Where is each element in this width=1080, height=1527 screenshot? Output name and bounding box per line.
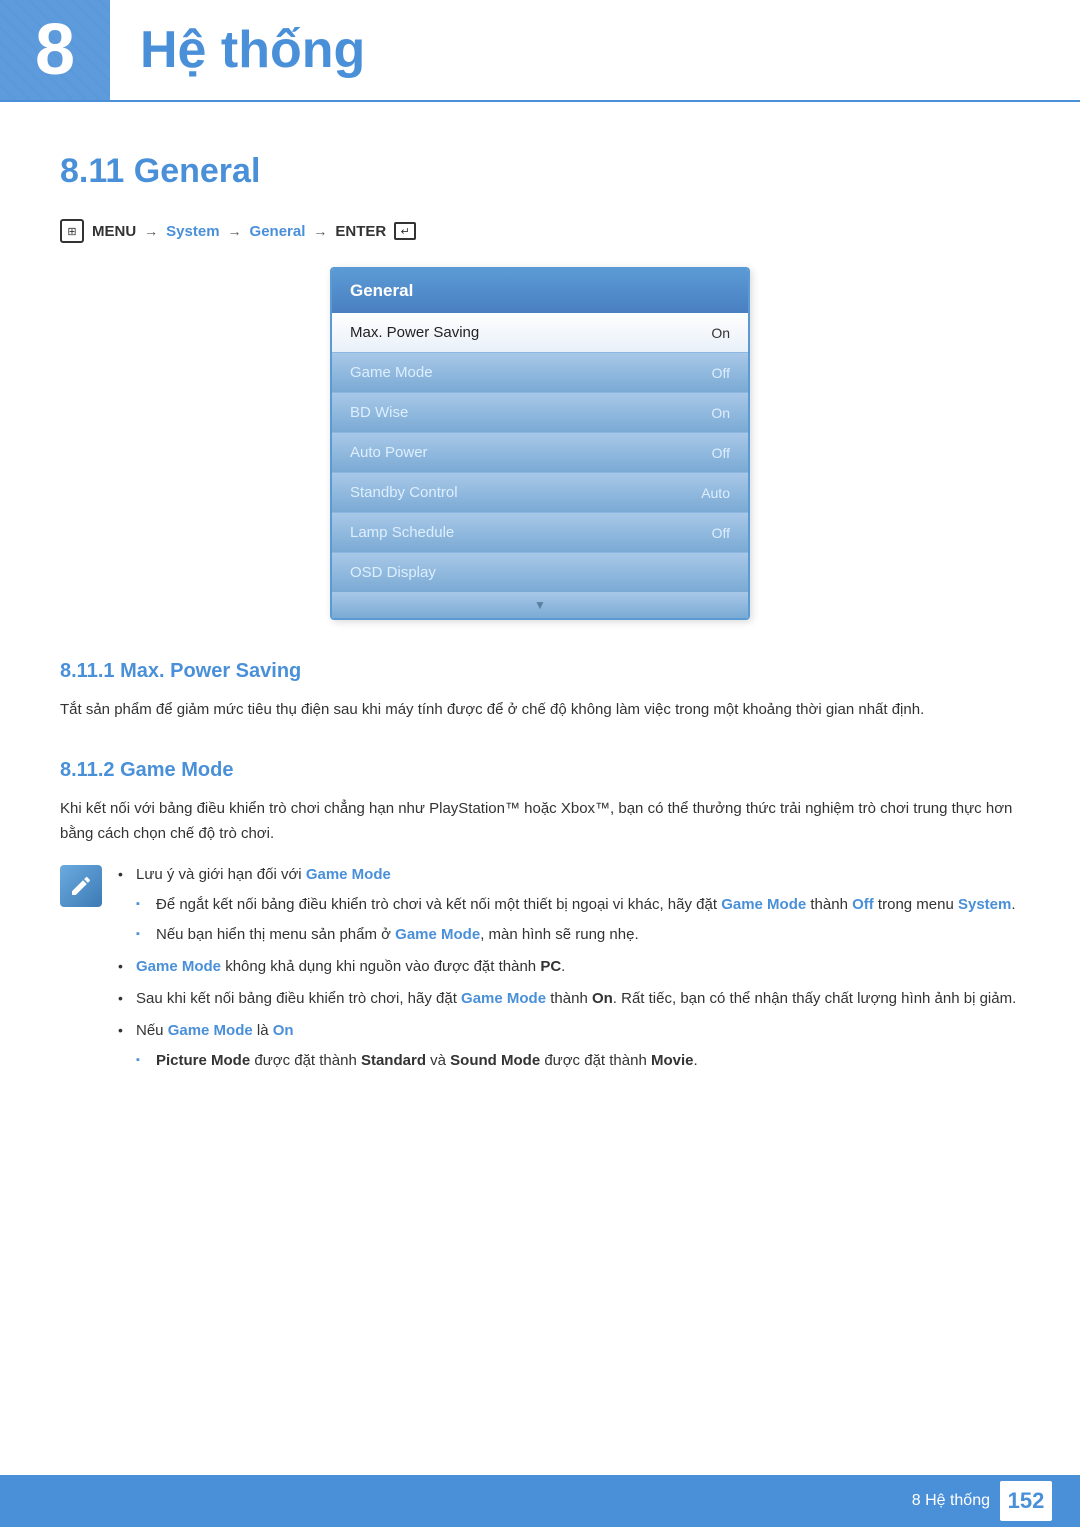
chapter-title: Hệ thống	[140, 20, 365, 80]
menu-label: MENU	[92, 223, 136, 240]
menu-item-label: Game Mode	[350, 364, 433, 381]
breadcrumb: ⊞ MENU → System → General → ENTER ↵	[60, 219, 1020, 243]
list-item: Sau khi kết nối bảng điều khiển trò chơi…	[118, 987, 1020, 1011]
menu-icon: ⊞	[60, 219, 84, 243]
menu-item[interactable]: OSD Display	[332, 553, 748, 592]
menu-item-value: Off	[712, 445, 730, 461]
nav-arrow-3: →	[313, 223, 327, 239]
menu-item-label: Max. Power Saving	[350, 324, 479, 341]
menu-item[interactable]: Standby Control Auto	[332, 473, 748, 513]
subsection-2-body: Khi kết nối với bảng điều khiển trò chơi…	[60, 796, 1020, 847]
pencil-icon	[69, 874, 93, 898]
note-icon	[60, 865, 102, 907]
note-content: Lưu ý và giới hạn đối với Game ModeĐể ng…	[118, 863, 1020, 1081]
menu-item-value: Off	[712, 365, 730, 381]
nav-general: General	[250, 223, 306, 240]
nav-enter-label: ENTER	[335, 223, 386, 240]
menu-items-container: Max. Power Saving On Game Mode Off BD Wise On…	[332, 313, 748, 592]
menu-item-label: BD Wise	[350, 404, 408, 421]
list-item: Lưu ý và giới hạn đối với Game ModeĐể ng…	[118, 863, 1020, 947]
list-item: Picture Mode được đặt thành Standard và …	[136, 1049, 1020, 1073]
menu-item[interactable]: Lamp Schedule Off	[332, 513, 748, 553]
subsection-2-number: 8.11.2	[60, 759, 115, 781]
menu-item-value: On	[711, 405, 730, 421]
note-box: Lưu ý và giới hạn đối với Game ModeĐể ng…	[60, 863, 1020, 1081]
menu-item-label: OSD Display	[350, 564, 436, 581]
chapter-number: 8	[35, 9, 75, 91]
nav-system: System	[166, 223, 219, 240]
enter-icon: ↵	[394, 222, 416, 240]
list-item: Để ngắt kết nối bảng điều khiển trò chơi…	[136, 893, 1020, 917]
menu-item[interactable]: Max. Power Saving On	[332, 313, 748, 353]
footer: 8 Hệ thống 152	[0, 1475, 1080, 1527]
subsection-1-title: Max. Power Saving	[120, 660, 301, 682]
subsection-title-1: 8.11.1 Max. Power Saving	[60, 660, 1020, 683]
menu-item[interactable]: Auto Power Off	[332, 433, 748, 473]
nav-arrow-2: →	[228, 223, 242, 239]
footer-page-number: 152	[1000, 1481, 1052, 1521]
menu-ui-box: General Max. Power Saving On Game Mode Off B…	[330, 267, 750, 620]
section-title: 8.11 General	[60, 152, 1020, 191]
notes-list: Lưu ý và giới hạn đối với Game ModeĐể ng…	[118, 863, 1020, 1073]
header-section: 8 Hệ thống	[0, 0, 1080, 102]
list-item: Nếu bạn hiển thị menu sản phẩm ở Game Mo…	[136, 923, 1020, 947]
menu-item-value: On	[711, 325, 730, 341]
list-item: Nếu Game Mode là OnPicture Mode được đặt…	[118, 1019, 1020, 1073]
menu-header: General	[332, 269, 748, 313]
subsection-1-body: Tắt sản phẩm để giảm mức tiêu thụ điện s…	[60, 697, 1020, 723]
chapter-number-box: 8	[0, 0, 110, 100]
subsection-1-number: 8.11.1	[60, 660, 115, 682]
subsection-2-title: Game Mode	[120, 759, 233, 781]
nav-arrow-1: →	[144, 223, 158, 239]
menu-scroll-arrow: ▼	[332, 592, 748, 618]
menu-item-label: Standby Control	[350, 484, 458, 501]
main-content: 8.11 General ⊞ MENU → System → General →…	[0, 132, 1080, 1169]
menu-item-value: Off	[712, 525, 730, 541]
chapter-title-area: Hệ thống	[110, 0, 365, 100]
menu-item-label: Lamp Schedule	[350, 524, 454, 541]
subsection-title-2: 8.11.2 Game Mode	[60, 759, 1020, 782]
menu-item[interactable]: BD Wise On	[332, 393, 748, 433]
menu-item[interactable]: Game Mode Off	[332, 353, 748, 393]
menu-item-value: Auto	[701, 485, 730, 501]
menu-item-label: Auto Power	[350, 444, 428, 461]
footer-label: 8 Hệ thống	[912, 1492, 990, 1510]
list-item: Game Mode không khả dụng khi nguồn vào đ…	[118, 955, 1020, 979]
